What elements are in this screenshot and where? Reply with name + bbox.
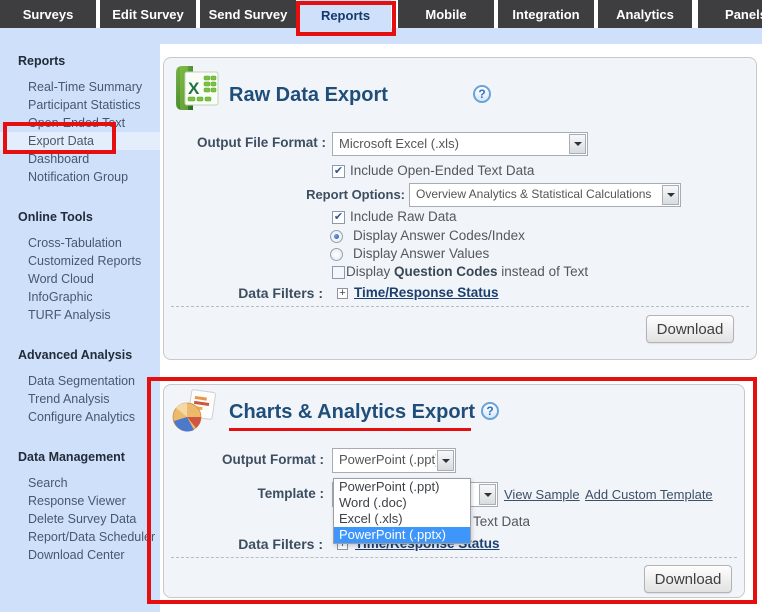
raw-export-title: Raw Data Export <box>229 84 388 107</box>
nav-tab-analytics[interactable]: Analytics <box>598 0 692 28</box>
report-options-select[interactable]: Overview Analytics & Statistical Calcula… <box>409 183 681 207</box>
nav-tab-edit-survey[interactable]: Edit Survey <box>100 0 196 28</box>
display-answer-codes-label: Display Answer Codes/Index <box>353 228 525 243</box>
help-icon[interactable]: ? <box>473 85 491 103</box>
nav-tab-panels[interactable]: Panels <box>698 0 762 28</box>
dropdown-arrow-icon[interactable] <box>662 185 679 205</box>
partial-hidden-text: Text Data <box>473 514 530 529</box>
include-open-ended-label: Include Open-Ended Text Data <box>350 163 534 178</box>
sidebar-item-customized-reports[interactable]: Customized Reports <box>0 252 160 270</box>
question-codes-label: Display Question Codes instead of Text <box>346 264 588 279</box>
dropdown-option-doc[interactable]: Word (.doc) <box>334 495 470 511</box>
dropdown-arrow-icon[interactable] <box>479 484 496 505</box>
sidebar-item-trend-analysis[interactable]: Trend Analysis <box>0 390 160 408</box>
excel-icon: X <box>173 64 221 112</box>
output-format-select[interactable]: PowerPoint (.ppt) <box>332 448 456 473</box>
help-icon[interactable]: ? <box>481 402 499 420</box>
red-underline-annotation <box>229 428 471 431</box>
nav-tab-send-survey[interactable]: Send Survey <box>200 0 296 28</box>
dropdown-option-ppt[interactable]: PowerPoint (.ppt) <box>334 479 470 495</box>
include-raw-data-label: Include Raw Data <box>350 209 457 224</box>
pie-chart-icon <box>170 389 218 433</box>
export-data-page: Surveys Edit Survey Send Survey Reports … <box>0 0 762 612</box>
sidebar-item-report-data-scheduler[interactable]: Report/Data Scheduler <box>0 528 160 546</box>
download-button[interactable]: Download <box>646 315 734 343</box>
sidebar-item-download-center[interactable]: Download Center <box>0 546 160 564</box>
question-codes-checkbox[interactable] <box>332 266 345 279</box>
download-button[interactable]: Download <box>644 565 732 593</box>
output-file-format-label: Output File Format : <box>164 135 326 150</box>
sidebar-header-reports: Reports <box>18 54 160 70</box>
dropdown-option-xls[interactable]: Excel (.xls) <box>334 511 470 527</box>
output-format-label: Output Format : <box>164 452 324 467</box>
dropdown-arrow-icon[interactable] <box>437 450 454 471</box>
sidebar-item-response-viewer[interactable]: Response Viewer <box>0 492 160 510</box>
data-filters-label: Data Filters : <box>164 536 323 552</box>
sidebar-item-open-ended-text[interactable]: Open-Ended Text <box>0 114 160 132</box>
raw-data-export-section: X Raw Data Export ? Output File Format :… <box>163 57 757 360</box>
sidebar-item-configure-analytics[interactable]: Configure Analytics <box>0 408 160 426</box>
display-answer-values-label: Display Answer Values <box>353 246 489 261</box>
time-response-status-link[interactable]: Time/Response Status <box>354 285 499 300</box>
report-options-label: Report Options: <box>224 187 405 202</box>
sidebar-item-turf-analysis[interactable]: TURF Analysis <box>0 306 160 324</box>
question-codes-label-pre: Display <box>346 264 394 279</box>
display-answer-codes-radio[interactable] <box>330 230 343 243</box>
output-file-format-select[interactable]: Microsoft Excel (.xls) <box>332 132 588 156</box>
nav-tab-mobile[interactable]: Mobile <box>398 0 494 28</box>
dropdown-arrow-icon[interactable] <box>569 134 586 154</box>
nav-tab-surveys[interactable]: Surveys <box>0 0 96 28</box>
display-answer-values-radio[interactable] <box>330 248 343 261</box>
sidebar: Reports Real-Time Summary Participant St… <box>0 28 160 612</box>
divider <box>171 306 749 307</box>
sidebar-item-dashboard[interactable]: Dashboard <box>0 150 160 168</box>
divider <box>171 557 737 558</box>
question-codes-label-post: instead of Text <box>498 264 589 279</box>
charts-analytics-export-section: Charts & Analytics Export ? Output Forma… <box>163 384 745 598</box>
sidebar-item-cross-tabulation[interactable]: Cross-Tabulation <box>0 234 160 252</box>
include-raw-data-checkbox[interactable] <box>332 211 345 224</box>
add-custom-template-link[interactable]: Add Custom Template <box>585 487 713 502</box>
dropdown-option-pptx[interactable]: PowerPoint (.pptx) <box>334 527 470 543</box>
svg-text:X: X <box>188 79 200 98</box>
data-filters-label: Data Filters : <box>164 285 323 301</box>
expand-plus-icon[interactable] <box>337 288 348 299</box>
charts-export-title: Charts & Analytics Export <box>229 401 475 424</box>
sidebar-item-export-data[interactable]: Export Data <box>0 132 160 150</box>
report-options-value: Overview Analytics & Statistical Calcula… <box>410 184 661 206</box>
sidebar-item-search[interactable]: Search <box>0 474 160 492</box>
sidebar-header-advanced-analysis: Advanced Analysis <box>18 348 160 364</box>
sidebar-header-data-management: Data Management <box>18 450 160 466</box>
view-sample-link[interactable]: View Sample <box>504 487 580 502</box>
sidebar-item-data-segmentation[interactable]: Data Segmentation <box>0 372 160 390</box>
sidebar-item-delete-survey-data[interactable]: Delete Survey Data <box>0 510 160 528</box>
output-format-value: PowerPoint (.ppt) <box>333 449 436 472</box>
nav-tab-integration[interactable]: Integration <box>498 0 594 28</box>
output-file-format-value: Microsoft Excel (.xls) <box>333 133 568 155</box>
sidebar-item-real-time-summary[interactable]: Real-Time Summary <box>0 78 160 96</box>
output-format-dropdown-list: PowerPoint (.ppt) Word (.doc) Excel (.xl… <box>333 478 471 544</box>
sidebar-item-participant-statistics[interactable]: Participant Statistics <box>0 96 160 114</box>
sidebar-item-infographic[interactable]: InfoGraphic <box>0 288 160 306</box>
sidebar-header-online-tools: Online Tools <box>18 210 160 226</box>
nav-tab-reports[interactable]: Reports <box>300 0 391 30</box>
include-open-ended-checkbox[interactable] <box>332 165 345 178</box>
sidebar-item-word-cloud[interactable]: Word Cloud <box>0 270 160 288</box>
question-codes-label-bold: Question Codes <box>394 264 498 279</box>
template-label: Template : <box>164 486 324 501</box>
sidebar-item-notification-group[interactable]: Notification Group <box>0 168 160 186</box>
